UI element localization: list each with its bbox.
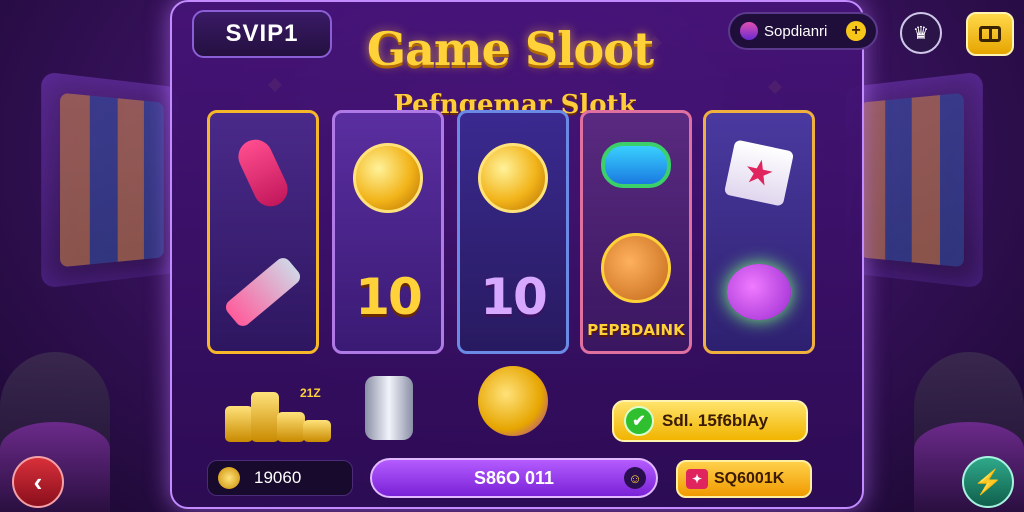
vip-badge[interactable]: SVIP1 <box>192 10 332 58</box>
user-icon <box>740 22 758 40</box>
left-slot-machine <box>41 71 178 289</box>
reel-1 <box>207 110 319 354</box>
gift-box-icon <box>719 133 799 213</box>
lion-face-icon <box>596 228 676 308</box>
spin-button[interactable]: S86O 011 ☺ <box>370 458 658 498</box>
back-arrow-icon[interactable]: ‹ <box>12 456 64 508</box>
gift-icon: ✦ <box>686 469 708 489</box>
smiley-coin-icon <box>473 138 553 218</box>
spin-label: S86O 011 <box>473 467 555 488</box>
menu-icon <box>979 26 1001 42</box>
bet-button[interactable]: ✦ SQ6001K <box>676 460 812 498</box>
battery-icon <box>222 252 304 332</box>
lightning-icon[interactable]: ⚡ <box>962 456 1014 508</box>
user-profile-pill[interactable]: Sopdianri + <box>728 12 878 50</box>
shield-icon[interactable]: ♛ <box>900 12 942 54</box>
menu-button[interactable] <box>966 12 1014 56</box>
gem-icon <box>596 125 676 205</box>
coin-stack-note: 21Z <box>300 386 321 400</box>
emoji-icon[interactable]: ☺ <box>624 467 646 489</box>
reel-2: 10 <box>332 110 444 354</box>
bet-label: SQ6001K <box>714 470 785 487</box>
gold-coin-icon <box>348 138 428 218</box>
coin-cluster-icon <box>478 366 548 436</box>
check-icon: ✔ <box>624 406 654 436</box>
right-slot-machine <box>846 71 983 289</box>
reel-2-value: 10 <box>355 268 423 326</box>
purple-creature-icon <box>719 252 799 332</box>
reward-button-label: Sdl. 15f6blAy <box>662 411 769 430</box>
coin-icon <box>218 467 240 489</box>
reel-3: 10 <box>457 110 569 354</box>
balance-display: 19060 <box>207 460 353 496</box>
reel-3-value: 10 <box>480 268 548 326</box>
reel-5 <box>703 110 815 354</box>
reward-button[interactable]: ✔ Sdl. 15f6blAy <box>612 400 808 442</box>
username-label: Sopdianri <box>764 22 828 40</box>
silver-cylinder-icon <box>365 376 413 440</box>
balance-value: 19060 <box>254 468 302 487</box>
game-title: Game Sloot <box>366 22 654 76</box>
reel-4-label: PEPBDAINK <box>587 321 685 340</box>
add-plus-icon[interactable]: + <box>846 21 866 41</box>
horn-icon <box>223 133 303 213</box>
reel-4: PEPBDAINK <box>580 110 692 354</box>
